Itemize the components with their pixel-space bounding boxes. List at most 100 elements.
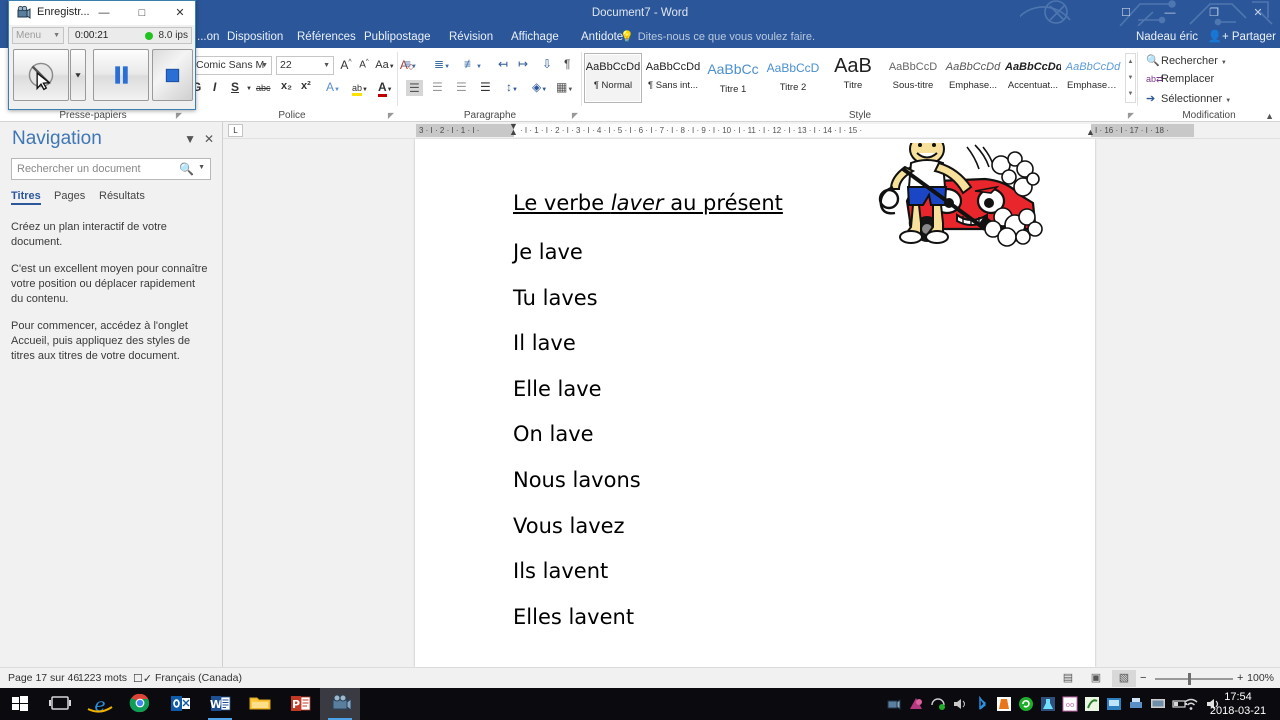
tab-revision[interactable]: Révision <box>440 26 502 48</box>
recorder-maximize-button[interactable]: □ <box>131 4 153 22</box>
tray-wifi-icon[interactable] <box>1183 696 1199 712</box>
recorder-record-options-button[interactable] <box>70 49 86 101</box>
style-accentuation[interactable]: AaBbCcDd Accentuat... <box>1004 53 1062 103</box>
highlight-color-button[interactable]: ab▼ <box>352 80 368 96</box>
style-titre[interactable]: AaB Titre <box>824 53 882 103</box>
numbering-button[interactable]: ≣▼ <box>434 57 450 71</box>
proofing-icon[interactable]: ☐✓ <box>133 672 152 685</box>
tray-sync-icon[interactable] <box>1018 696 1034 712</box>
grow-font-button[interactable]: A^ <box>338 58 354 72</box>
multilevel-list-button[interactable]: ≢▼ <box>464 57 482 71</box>
word-count[interactable]: 1223 mots <box>78 672 127 684</box>
nav-tab-resultats[interactable]: Résultats <box>99 190 145 202</box>
document-line-2[interactable]: Tu laves <box>513 286 598 310</box>
minimize-button[interactable]: — <box>1148 0 1192 26</box>
recorder-menu-button[interactable]: Menu ▼ <box>12 27 64 44</box>
italic-button[interactable]: I <box>213 80 216 94</box>
taskbar-clock[interactable]: 17:54 2018-03-21 <box>1202 690 1274 718</box>
increase-indent-button[interactable]: ↦ <box>518 57 528 71</box>
align-right-button[interactable]: ☰ <box>456 80 467 94</box>
recorder-pause-button[interactable] <box>93 49 149 101</box>
style-titre-2[interactable]: AaBbCcD Titre 2 <box>764 53 822 103</box>
find-button[interactable]: 🔍Rechercher ▼ <box>1146 54 1227 67</box>
document-heading[interactable]: Le verbe laver au présent <box>513 191 783 215</box>
tab-disposition[interactable]: Disposition <box>218 26 292 48</box>
style-sans-interligne[interactable]: AaBbCcDd ¶ Sans int... <box>644 53 702 103</box>
font-color-button[interactable]: A▼ <box>378 80 393 97</box>
borders-button[interactable]: ▦▼ <box>556 80 573 94</box>
document-line-8[interactable]: Ils lavent <box>513 559 608 583</box>
zoom-slider-track[interactable] <box>1155 678 1233 680</box>
change-case-button[interactable]: Aa▼ <box>374 59 396 71</box>
document-line-6[interactable]: Nous lavons <box>513 468 641 492</box>
tab-publipostage[interactable]: Publipostage <box>355 26 440 48</box>
underline-button[interactable]: S <box>231 80 239 94</box>
document-line-5[interactable]: On lave <box>513 422 594 446</box>
font-name-combo[interactable]: Comic Sans M ▼ <box>192 56 272 75</box>
tab-stop-selector[interactable]: L <box>228 124 243 137</box>
decrease-indent-button[interactable]: ↤ <box>498 57 508 71</box>
tray-headset-icon[interactable] <box>930 696 946 712</box>
style-normal[interactable]: AaBbCcDd ¶ Normal <box>584 53 642 103</box>
tray-app-icon[interactable]: oo <box>1062 696 1078 712</box>
print-layout-button[interactable]: ▣ <box>1084 670 1108 687</box>
text-effects-button[interactable]: A▼ <box>326 80 340 94</box>
word-button[interactable]: W <box>200 688 240 720</box>
screen-recorder-window[interactable]: Enregistr... — □ ✕ Menu ▼ 0:00:21 8.0 ip… <box>8 0 196 110</box>
recorder-minimize-button[interactable]: — <box>93 4 115 22</box>
right-indent-marker[interactable]: ▲ <box>1086 127 1095 137</box>
document-line-7[interactable]: Vous lavez <box>513 514 625 538</box>
nav-tab-titres[interactable]: Titres <box>11 190 41 205</box>
web-layout-button[interactable]: ▧ <box>1112 670 1136 687</box>
zoom-level-label[interactable]: 100% <box>1247 672 1274 684</box>
scroll-up-icon[interactable]: ▲ <box>1126 54 1135 70</box>
tray-green-app-icon[interactable] <box>1084 696 1100 712</box>
nav-tab-pages[interactable]: Pages <box>54 190 85 202</box>
strikethrough-button[interactable]: abc <box>256 83 271 93</box>
tab-references[interactable]: Références <box>288 26 365 48</box>
tab-affichage[interactable]: Affichage <box>502 26 568 48</box>
zoom-in-button[interactable]: + <box>1237 672 1243 684</box>
collapse-ribbon-button[interactable]: ▲ <box>1265 111 1274 121</box>
document-line-9[interactable]: Elles lavent <box>513 605 634 629</box>
tray-bluetooth-icon[interactable] <box>974 696 990 712</box>
document-page[interactable]: Le verbe laver au présent Je lave Tu lav… <box>415 139 1095 667</box>
bullets-button[interactable]: ≡▼ <box>404 57 417 71</box>
hanging-indent-marker[interactable]: ▲ <box>509 127 518 137</box>
tray-lab-icon[interactable] <box>1040 696 1056 712</box>
document-line-4[interactable]: Elle lave <box>513 377 602 401</box>
account-name[interactable]: Nadeau éric <box>1136 26 1198 48</box>
paragraph-dialog-launcher[interactable]: ◤ <box>572 111 578 120</box>
zoom-out-button[interactable]: − <box>1140 672 1146 684</box>
task-view-button[interactable] <box>40 688 80 720</box>
more-styles-icon[interactable]: ▼ <box>1126 86 1135 102</box>
tray-printer-icon[interactable] <box>1128 696 1144 712</box>
styles-dialog-launcher[interactable]: ◤ <box>1128 111 1134 120</box>
select-button[interactable]: ➔ Sélectionner ▼ <box>1146 92 1231 105</box>
align-center-button[interactable]: ☰ <box>432 80 443 94</box>
superscript-button[interactable]: x² <box>301 80 311 92</box>
line-spacing-button[interactable]: ↕▼ <box>506 80 518 94</box>
google-chrome-button[interactable] <box>120 688 160 720</box>
underline-dropdown[interactable]: ▼ <box>246 86 252 92</box>
style-titre-1[interactable]: AaBbCс Titre 1 <box>704 53 762 103</box>
document-line-1[interactable]: Je lave <box>513 240 583 264</box>
tray-screen-recorder-icon[interactable] <box>886 696 902 712</box>
subscript-button[interactable]: x₂ <box>281 80 292 92</box>
start-button[interactable] <box>0 688 40 720</box>
file-explorer-button[interactable] <box>240 688 280 720</box>
show-formatting-marks-button[interactable]: ¶ <box>564 57 570 71</box>
internet-explorer-button[interactable]: e <box>80 688 120 720</box>
ribbon-display-options-button[interactable]: ☐ <box>1104 0 1148 26</box>
sort-button[interactable]: ⇩ <box>542 57 552 71</box>
navigation-pane-close-icon[interactable]: ✕ <box>204 132 214 146</box>
recorder-close-button[interactable]: ✕ <box>169 4 191 22</box>
tray-network-drive-icon[interactable] <box>1106 696 1122 712</box>
tray-speaker-icon[interactable] <box>952 696 968 712</box>
navigation-pane-options-icon[interactable]: ▼ <box>184 132 196 146</box>
document-line-3[interactable]: Il lave <box>513 331 576 355</box>
tray-display-icon[interactable] <box>1150 696 1166 712</box>
clipboard-dialog-launcher[interactable]: ◤ <box>176 111 182 120</box>
horizontal-ruler[interactable]: L 3 · I · 2 · I · 1 · I · · I · 1 · I · … <box>223 122 1280 139</box>
replace-button[interactable]: ab⇄Remplacer <box>1146 73 1214 85</box>
